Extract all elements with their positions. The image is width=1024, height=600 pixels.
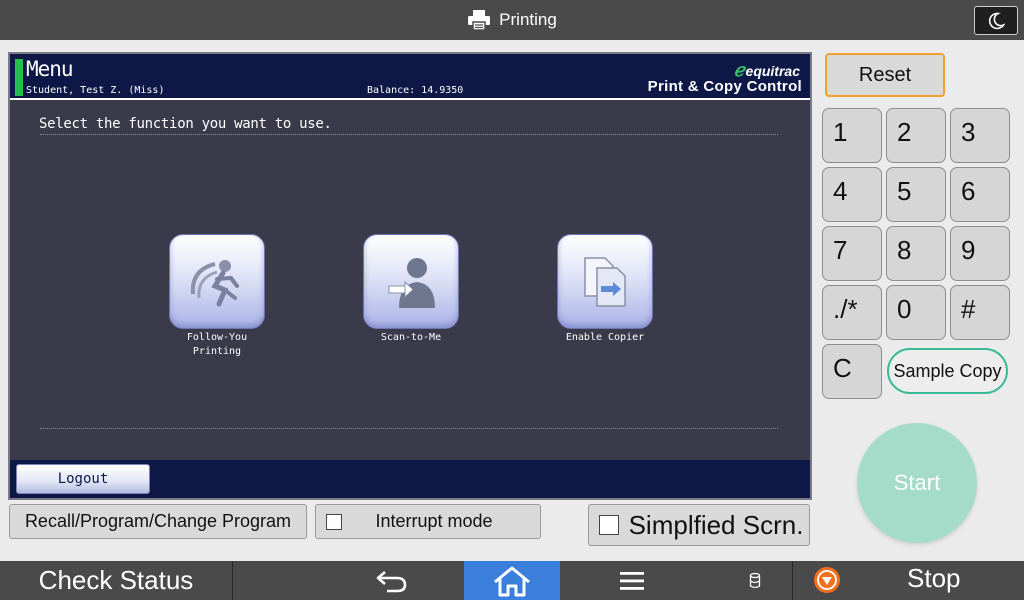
- storage-indicator: [740, 561, 770, 600]
- storage-icon: [749, 572, 761, 588]
- user-name: Student, Test Z. (Miss): [26, 85, 165, 96]
- divider: [40, 428, 778, 429]
- key-2[interactable]: 2: [886, 108, 946, 163]
- sample-copy-button[interactable]: Sample Copy: [887, 348, 1008, 394]
- back-arrow-icon: [376, 570, 407, 592]
- page-title: Menu: [26, 57, 74, 81]
- scan-to-me-icon: [388, 257, 435, 308]
- logout-button[interactable]: Logout: [16, 464, 150, 494]
- interrupt-mode-label: Interrupt mode: [375, 511, 493, 531]
- key-0[interactable]: 0: [886, 285, 946, 340]
- simplified-screen-label: Simplfied Scrn.: [628, 509, 804, 540]
- menu-button[interactable]: [600, 561, 664, 600]
- reset-button[interactable]: Reset: [825, 53, 945, 97]
- bottom-bar: Check Status Stop: [0, 561, 1024, 600]
- key-hash[interactable]: #: [950, 285, 1010, 340]
- key-clear[interactable]: C: [822, 344, 882, 399]
- follow-you-printing-button[interactable]: [169, 234, 265, 329]
- top-bar: Printing: [0, 0, 1024, 40]
- enable-copier-label-line1: Enable Copier: [565, 332, 645, 343]
- night-mode-button[interactable]: [974, 6, 1018, 35]
- key-3[interactable]: 3: [950, 108, 1010, 163]
- start-button[interactable]: Start: [857, 423, 977, 543]
- equitrac-panel: Menu Student, Test Z. (Miss) Balance: 14…: [8, 52, 812, 500]
- stop-button[interactable]: Stop: [793, 561, 1024, 600]
- menu-icon: [620, 571, 644, 590]
- stop-label: Stop: [907, 563, 961, 593]
- key-6[interactable]: 6: [950, 167, 1010, 222]
- moon-icon: [988, 12, 1005, 29]
- enable-copier-label: Enable Copier: [545, 331, 665, 345]
- top-bar-title-text: Printing: [499, 10, 557, 29]
- follow-you-printing-label-line1: Follow-You: [186, 332, 248, 343]
- simplified-screen-checkbox[interactable]: [599, 515, 619, 535]
- enable-copier-button[interactable]: [557, 234, 653, 329]
- check-status-button[interactable]: Check Status: [0, 561, 232, 600]
- brand-subtitle: Print & Copy Control: [647, 78, 802, 95]
- top-bar-title: Printing: [0, 0, 1024, 40]
- status-indicator: [15, 59, 23, 96]
- panel-footer: Logout: [10, 460, 810, 498]
- bottom-divider: [232, 561, 233, 600]
- key-dot-star[interactable]: ./*: [822, 285, 882, 340]
- interrupt-mode-toggle[interactable]: Interrupt mode: [315, 504, 541, 539]
- recall-program-label: Recall/Program/Change Program: [24, 511, 292, 531]
- key-8[interactable]: 8: [886, 226, 946, 281]
- divider: [40, 134, 778, 135]
- panel-header: Menu Student, Test Z. (Miss) Balance: 14…: [10, 54, 810, 100]
- stop-icon: [814, 567, 840, 593]
- instruction-text: Select the function you want to use.: [39, 116, 332, 132]
- scan-to-me-button[interactable]: [363, 234, 459, 329]
- key-4[interactable]: 4: [822, 167, 882, 222]
- check-status-label: Check Status: [38, 565, 194, 595]
- printer-icon: [468, 10, 491, 31]
- home-button[interactable]: [464, 561, 560, 600]
- interrupt-mode-checkbox[interactable]: [326, 513, 342, 530]
- enable-copier-icon: [584, 256, 626, 307]
- follow-you-printing-label: Follow-You Printing: [157, 331, 277, 359]
- account-balance: Balance: 14.9350: [367, 85, 464, 96]
- follow-you-printing-label-line2: Printing: [192, 346, 242, 357]
- back-button[interactable]: [352, 561, 432, 600]
- simplified-screen-toggle[interactable]: Simplfied Scrn.: [588, 504, 810, 546]
- scan-to-me-label: Scan-to-Me: [351, 331, 471, 345]
- key-7[interactable]: 7: [822, 226, 882, 281]
- follow-you-printing-icon: [190, 259, 239, 306]
- key-9[interactable]: 9: [950, 226, 1010, 281]
- brand-name: equitrac: [745, 62, 800, 79]
- recall-program-button[interactable]: Recall/Program/Change Program: [9, 504, 307, 539]
- key-5[interactable]: 5: [886, 167, 946, 222]
- key-1[interactable]: 1: [822, 108, 882, 163]
- home-icon: [494, 566, 530, 596]
- scan-to-me-label-line1: Scan-to-Me: [380, 332, 442, 343]
